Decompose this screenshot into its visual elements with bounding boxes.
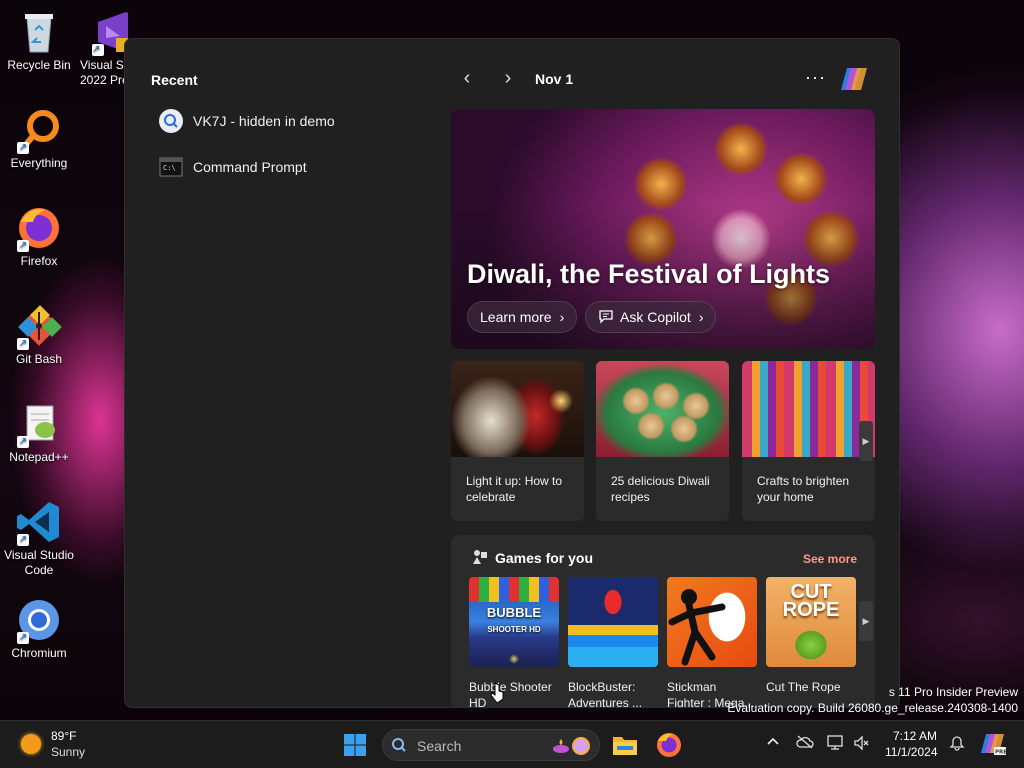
diya-decoration-icon xyxy=(551,735,591,757)
mouse-cursor-icon xyxy=(490,682,505,704)
games-section: Games for you See more BUBBLE SHOOTER HD … xyxy=(451,535,875,708)
celebrate-image xyxy=(451,361,584,457)
card-text: Crafts to brighten your home xyxy=(757,474,850,504)
search-input[interactable] xyxy=(417,736,547,756)
shortcut-arrow-icon: ↗ xyxy=(17,240,29,252)
start-panel: Recent VK7J - hidden in demo C:\ Command… xyxy=(124,38,900,708)
games-scroll-right-icon[interactable]: ▶ xyxy=(859,601,873,641)
display-icon[interactable] xyxy=(827,735,845,754)
shortcut-arrow-icon: ↗ xyxy=(17,534,29,546)
cards-scroll-right-icon[interactable]: ▶ xyxy=(859,421,873,461)
games-icon xyxy=(471,548,489,566)
see-more-link[interactable]: See more xyxy=(803,552,857,566)
recent-title: Recent xyxy=(151,72,198,88)
desktop-icon-vscode[interactable]: ↗ Visual Studio Code xyxy=(0,498,78,578)
card-text: 25 delicious Diwali recipes xyxy=(611,474,710,504)
search-icon xyxy=(159,109,183,133)
svg-text:PRE: PRE xyxy=(995,750,1006,756)
story-card-celebrate[interactable]: Light it up: How to celebrate xyxy=(451,361,584,521)
cut-the-rope-image: CUT ROPE xyxy=(766,577,856,667)
recent-item-label: VK7J - hidden in demo xyxy=(193,113,335,129)
terminal-icon: C:\ xyxy=(159,155,183,179)
desktop-icon-everything[interactable]: ↗ Everything xyxy=(0,106,78,171)
desktop-icon-chromium[interactable]: ↗ Chromium xyxy=(0,596,78,661)
cloud-offline-icon[interactable] xyxy=(796,735,814,752)
windows-start-icon[interactable] xyxy=(343,733,367,757)
game-name: Bubble Shooter HD xyxy=(469,680,552,708)
bubble-shooter-image: BUBBLE SHOOTER HD xyxy=(469,577,559,667)
chevron-up-icon[interactable] xyxy=(766,735,780,752)
ask-copilot-button[interactable]: Ask Copilot › xyxy=(585,301,717,333)
card-text: Light it up: How to celebrate xyxy=(466,474,563,504)
taskbar-search[interactable] xyxy=(382,729,600,761)
game-tile-blockbuster[interactable]: BlockBuster: Adventures ... xyxy=(568,577,658,708)
next-button[interactable]: › xyxy=(497,67,519,89)
svg-text:C:\: C:\ xyxy=(163,164,176,172)
desktop-icon-git-bash[interactable]: ↗ Git Bash xyxy=(0,302,78,367)
recent-item-label: Command Prompt xyxy=(193,159,307,175)
sun-icon xyxy=(21,734,41,754)
recent-item-command-prompt[interactable]: C:\ Command Prompt xyxy=(159,152,419,182)
desktop-icon-notepad-plus[interactable]: ↗ Notepad++ xyxy=(0,400,78,465)
git-bash-icon: ↗ xyxy=(15,302,63,350)
shortcut-arrow-icon: ↗ xyxy=(17,338,29,350)
hero-banner[interactable]: Diwali, the Festival of Lights Learn mor… xyxy=(451,109,875,349)
desktop-icon-recycle-bin[interactable]: Recycle Bin xyxy=(0,8,78,73)
game-tile-cut-the-rope[interactable]: CUT ROPE Cut The Rope xyxy=(766,577,856,695)
os-watermark: s 11 Pro Insider Preview Evaluation copy… xyxy=(727,685,1018,715)
vscode-icon: ↗ xyxy=(15,498,63,546)
more-options-button[interactable]: ··· xyxy=(805,67,826,88)
game-name: BlockBuster: Adventures ... xyxy=(568,680,643,708)
games-title: Games for you xyxy=(495,550,594,566)
desktop-icon-visual-studio[interactable]: ↗ Visual St 2022 Pre xyxy=(80,8,128,88)
search-icon xyxy=(391,737,407,753)
crafts-image xyxy=(742,361,875,457)
file-explorer-icon[interactable] xyxy=(611,731,639,759)
shortcut-arrow-icon: ↗ xyxy=(17,436,29,448)
blockbuster-image xyxy=(568,577,658,667)
firefox-taskbar-icon[interactable] xyxy=(655,731,683,759)
game-tile-bubble-shooter[interactable]: BUBBLE SHOOTER HD Bubble Shooter HD xyxy=(469,577,559,708)
everything-icon: ↗ xyxy=(15,106,63,154)
chromium-icon: ↗ xyxy=(15,596,63,644)
visual-studio-icon: ↗ xyxy=(90,8,128,56)
desktop-icon-firefox[interactable]: ↗ Firefox xyxy=(0,204,78,269)
desktop-icons: Recycle Bin ↗ Visual St 2022 Pre ↗ Every… xyxy=(0,0,128,720)
story-card-crafts[interactable]: Crafts to brighten your home xyxy=(742,361,875,521)
chat-bubble-icon xyxy=(598,308,614,327)
notepad-plus-icon: ↗ xyxy=(15,400,63,448)
learn-more-button[interactable]: Learn more › xyxy=(467,301,578,333)
recent-item-search[interactable]: VK7J - hidden in demo xyxy=(159,106,419,136)
story-card-recipes[interactable]: 25 delicious Diwali recipes xyxy=(596,361,729,521)
stickman-fighter-image xyxy=(667,577,757,667)
prev-button[interactable]: ‹ xyxy=(456,67,478,89)
chevron-right-icon: › xyxy=(698,309,704,325)
copilot-taskbar-icon[interactable]: PRE xyxy=(980,731,1007,760)
firefox-icon: ↗ xyxy=(15,204,63,252)
nav-date: Nov 1 xyxy=(535,71,574,87)
shortcut-arrow-icon: ↗ xyxy=(17,632,29,644)
chevron-right-icon: › xyxy=(559,309,565,325)
shortcut-arrow-icon: ↗ xyxy=(92,44,104,56)
volume-muted-icon[interactable] xyxy=(853,735,869,754)
copilot-icon[interactable] xyxy=(839,64,869,94)
hero-title: Diwali, the Festival of Lights xyxy=(467,259,831,289)
recycle-bin-icon xyxy=(15,8,63,56)
notification-bell-icon[interactable] xyxy=(949,735,965,754)
recipes-image xyxy=(596,361,729,457)
taskbar: 89°F Sunny 7:12 AM 11/ xyxy=(0,720,1024,768)
shortcut-arrow-icon: ↗ xyxy=(17,142,29,154)
